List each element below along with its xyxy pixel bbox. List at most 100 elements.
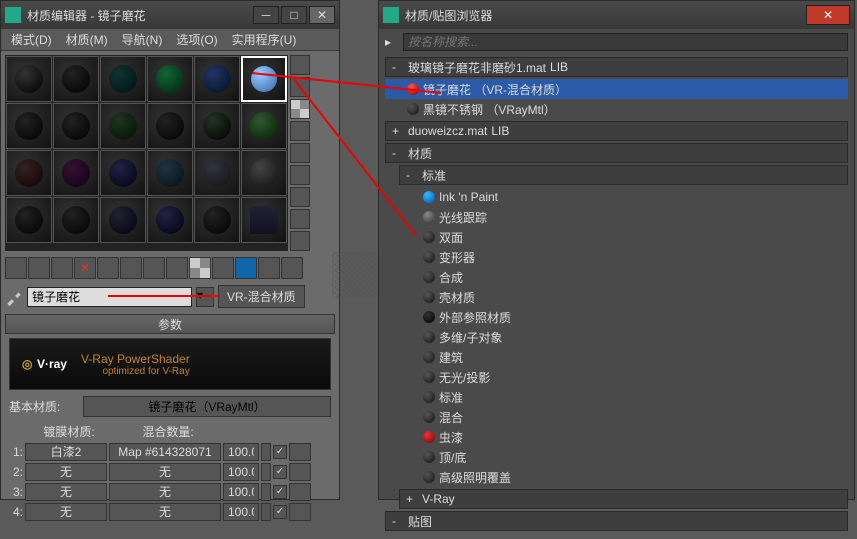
material-slot[interactable]	[6, 103, 52, 149]
close-button[interactable]: ✕	[806, 5, 850, 25]
coat-mat-button[interactable]: 无	[25, 483, 107, 501]
sample-uv-icon[interactable]	[290, 121, 310, 141]
material-slot[interactable]	[100, 197, 146, 243]
material-type-button[interactable]: VR-混合材质	[218, 285, 305, 308]
tree-item[interactable]: 光线跟踪	[385, 207, 848, 227]
material-slot[interactable]	[53, 197, 99, 243]
cat-textures[interactable]: - 贴图	[385, 511, 848, 531]
blend-map-button[interactable]: 无	[109, 483, 221, 501]
amount-input[interactable]	[223, 503, 259, 521]
amount-input[interactable]	[223, 443, 259, 461]
eyedropper-icon[interactable]	[5, 288, 23, 306]
tool-extra-icon[interactable]	[281, 257, 303, 279]
tree-item[interactable]: 顶/底	[385, 447, 848, 467]
cat-standard[interactable]: - 标准	[399, 165, 848, 185]
menu-options[interactable]: 选项(O)	[170, 29, 223, 50]
options-icon[interactable]	[290, 187, 310, 207]
blend-map-button[interactable]: Map #614328071	[109, 443, 221, 461]
titlebar[interactable]: 材质编辑器 - 镜子磨花 ─ □ ✕	[1, 1, 339, 29]
tree-item[interactable]: 建筑	[385, 347, 848, 367]
material-slot[interactable]	[53, 103, 99, 149]
tree-item[interactable]: 黑镜不锈钢 （VRayMtl）	[385, 99, 848, 119]
menu-utilities[interactable]: 实用程序(U)	[226, 29, 303, 50]
base-material-button[interactable]: 镜子磨花（VRayMtl）	[83, 396, 331, 417]
put-to-library-icon[interactable]	[143, 257, 165, 279]
tree-item[interactable]: 双面	[385, 227, 848, 247]
enable-checkbox[interactable]	[273, 465, 287, 479]
lib-header-1[interactable]: - 玻璃镜子磨花非磨砂1.mat LIB	[385, 57, 848, 77]
show-map-icon[interactable]	[189, 257, 211, 279]
material-slot[interactable]	[6, 150, 52, 196]
enable-checkbox[interactable]	[273, 445, 287, 459]
tree-item[interactable]: 标准	[385, 387, 848, 407]
material-slot[interactable]	[53, 150, 99, 196]
tree-item[interactable]: 变形器	[385, 247, 848, 267]
sample-type-icon[interactable]	[290, 55, 310, 75]
material-slot[interactable]	[194, 197, 240, 243]
color-swatch[interactable]	[289, 483, 311, 501]
spinner-icon[interactable]	[261, 443, 271, 461]
search-expand-icon[interactable]: ▸	[385, 35, 399, 49]
material-slot[interactable]	[6, 197, 52, 243]
tree-item[interactable]: 外部参照材质	[385, 307, 848, 327]
material-slot[interactable]	[6, 56, 52, 102]
tree-item[interactable]: 镜子磨花 （VR-混合材质）	[385, 79, 848, 99]
menu-nav[interactable]: 导航(N)	[116, 29, 169, 50]
material-slot[interactable]	[194, 150, 240, 196]
material-slot[interactable]	[241, 150, 287, 196]
backlight-icon[interactable]	[290, 77, 310, 97]
go-forward-icon[interactable]	[258, 257, 280, 279]
video-check-icon[interactable]	[290, 143, 310, 163]
enable-checkbox[interactable]	[273, 485, 287, 499]
show-end-result-icon[interactable]	[212, 257, 234, 279]
background-icon[interactable]	[290, 99, 310, 119]
mat-map-nav-icon[interactable]	[290, 231, 310, 251]
name-dropdown-icon[interactable]: ▾	[196, 287, 214, 307]
tree-item[interactable]: 多维/子对象	[385, 327, 848, 347]
amount-input[interactable]	[223, 463, 259, 481]
tree-item[interactable]: 合成	[385, 267, 848, 287]
search-input[interactable]	[403, 33, 848, 51]
blend-map-button[interactable]: 无	[109, 503, 221, 521]
material-slot[interactable]	[241, 197, 287, 243]
select-by-mat-icon[interactable]	[290, 209, 310, 229]
enable-checkbox[interactable]	[273, 505, 287, 519]
color-swatch[interactable]	[289, 443, 311, 461]
menu-mode[interactable]: 模式(D)	[5, 29, 58, 50]
material-slot[interactable]	[147, 150, 193, 196]
material-slot[interactable]	[147, 197, 193, 243]
blend-map-button[interactable]: 无	[109, 463, 221, 481]
go-parent-icon[interactable]	[235, 257, 257, 279]
coat-mat-button[interactable]: 白漆2	[25, 443, 107, 461]
menu-material[interactable]: 材质(M)	[60, 29, 114, 50]
tree-item[interactable]: 虫漆	[385, 427, 848, 447]
material-slot[interactable]	[100, 103, 146, 149]
spinner-icon[interactable]	[261, 483, 271, 501]
tree-item[interactable]: 壳材质	[385, 287, 848, 307]
coat-mat-button[interactable]: 无	[25, 503, 107, 521]
lib-header-2[interactable]: + duoweizcz.mat LIB	[385, 121, 848, 141]
spinner-icon[interactable]	[261, 463, 271, 481]
tree-item[interactable]: Ink 'n Paint	[385, 187, 848, 207]
params-rollup-header[interactable]: 参数	[5, 314, 335, 334]
material-slot[interactable]	[147, 103, 193, 149]
material-slot[interactable]	[100, 150, 146, 196]
material-slot[interactable]	[241, 56, 287, 102]
material-slot[interactable]	[194, 56, 240, 102]
make-preview-icon[interactable]	[290, 165, 310, 185]
tree-item[interactable]: 无光/投影	[385, 367, 848, 387]
material-name-input[interactable]	[27, 287, 192, 307]
titlebar[interactable]: 材质/贴图浏览器 ✕	[379, 1, 854, 29]
put-to-scene-icon[interactable]	[28, 257, 50, 279]
amount-input[interactable]	[223, 483, 259, 501]
reset-map-icon[interactable]	[74, 257, 96, 279]
material-slot[interactable]	[194, 103, 240, 149]
make-unique-icon[interactable]	[120, 257, 142, 279]
material-slot[interactable]	[241, 103, 287, 149]
cat-vray[interactable]: + V-Ray	[399, 489, 848, 509]
minimize-button[interactable]: ─	[253, 6, 279, 24]
maximize-button[interactable]: □	[281, 6, 307, 24]
material-slot[interactable]	[100, 56, 146, 102]
tree-item[interactable]: 混合	[385, 407, 848, 427]
assign-to-sel-icon[interactable]	[51, 257, 73, 279]
